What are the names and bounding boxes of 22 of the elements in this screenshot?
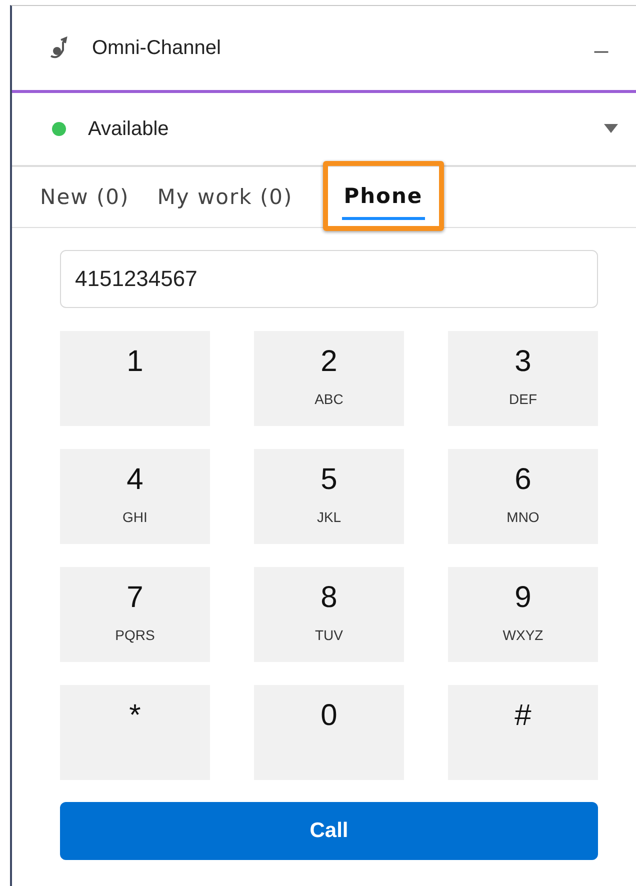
minimize-button[interactable]: _ [588, 27, 614, 69]
phone-number-field[interactable]: 4151234567 [60, 250, 598, 308]
dial-key[interactable]: 6 MNO [448, 449, 598, 544]
dial-key[interactable]: 5 JKL [254, 449, 404, 544]
call-button[interactable]: Call [60, 802, 598, 860]
tab[interactable]: New (0) [30, 167, 140, 227]
panel-title: Omni-Channel [92, 36, 222, 60]
dial-key[interactable]: 7 PQRS [60, 567, 210, 662]
dial-key[interactable]: 4 GHI [60, 449, 210, 544]
tab[interactable]: My work (0) [147, 167, 303, 227]
status-selector[interactable]: Available [12, 93, 636, 167]
dial-key[interactable]: 2 ABC [254, 331, 404, 426]
tab[interactable]: Phone [334, 166, 433, 226]
dial-key[interactable]: 1 [60, 331, 210, 426]
status-label: Available [88, 118, 170, 140]
dial-key[interactable]: * [60, 685, 210, 780]
dial-key[interactable]: 8 TUV [254, 567, 404, 662]
dial-key[interactable]: 0 [254, 685, 404, 780]
dial-key[interactable]: # [448, 685, 598, 780]
dial-key[interactable]: 9 WXYZ [448, 567, 598, 662]
dropdown-caret-icon [604, 124, 618, 134]
dial-key[interactable]: 3 DEF [448, 331, 598, 426]
